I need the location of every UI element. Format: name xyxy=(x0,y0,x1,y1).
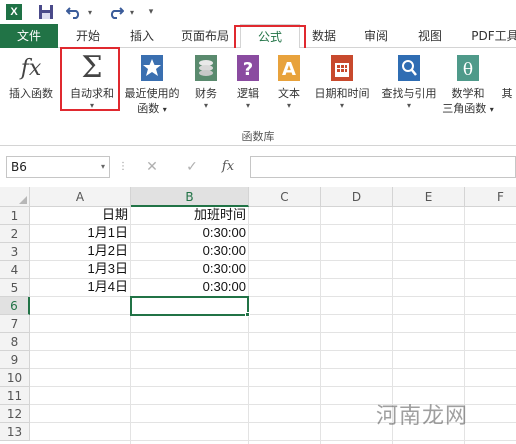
tab-review[interactable]: 审阅 xyxy=(356,24,396,48)
lookup-reference-label: 查找与引用 xyxy=(381,87,437,100)
fx-icon: fx xyxy=(20,55,42,81)
more-functions-label: 其 xyxy=(501,87,513,100)
row-header-12[interactable]: 12 xyxy=(0,405,30,423)
column-header-f[interactable]: F xyxy=(465,187,516,207)
svg-text:A: A xyxy=(282,59,296,80)
lookup-reference-button[interactable]: 查找与引用 ▾ xyxy=(376,52,442,111)
cell-a3[interactable]: 1月2日 xyxy=(31,242,130,260)
redo-dropdown-icon[interactable]: ▾ xyxy=(126,2,138,22)
insert-function-label: 插入函数 xyxy=(9,87,53,100)
enter-check-icon[interactable]: ✓ xyxy=(180,156,204,178)
logical-label: 逻辑 xyxy=(237,87,259,100)
select-all-triangle-icon xyxy=(19,196,27,204)
tab-pdf-tools[interactable]: PDF工具 xyxy=(464,24,516,48)
tab-view[interactable]: 视图 xyxy=(410,24,450,48)
financial-button[interactable]: 财务 ▾ xyxy=(186,52,226,111)
cell-a1[interactable]: 日期 xyxy=(31,206,130,224)
recently-used-label-2: 函数 ▾ xyxy=(137,102,167,115)
name-box-value: B6 xyxy=(11,160,27,174)
row-header-4[interactable]: 4 xyxy=(0,261,30,279)
date-time-label: 日期和时间 xyxy=(314,87,370,100)
formula-input[interactable] xyxy=(250,156,516,178)
cancel-icon[interactable]: ✕ xyxy=(140,156,164,178)
name-box[interactable]: B6 ▾ xyxy=(6,156,110,178)
column-header-d[interactable]: D xyxy=(321,187,393,207)
row-header-3[interactable]: 3 xyxy=(0,243,30,261)
math-trig-label-2: 三角函数 ▾ xyxy=(442,102,494,115)
cell-a4[interactable]: 1月3日 xyxy=(31,260,130,278)
fill-handle[interactable] xyxy=(245,312,250,317)
text-button[interactable]: A 文本 ▾ xyxy=(270,52,308,111)
cell-b1[interactable]: 加班时间 xyxy=(131,206,248,224)
chevron-down-icon: ▾ xyxy=(245,101,250,110)
math-trig-button[interactable]: θ 数学和 三角函数 ▾ xyxy=(440,52,496,117)
row-header-7[interactable]: 7 xyxy=(0,315,30,333)
chevron-down-icon: ▾ xyxy=(406,101,411,110)
text-label: 文本 xyxy=(278,87,300,100)
undo-icon[interactable] xyxy=(64,2,84,22)
save-icon[interactable] xyxy=(36,2,56,22)
tab-page-layout[interactable]: 页面布局 xyxy=(172,24,238,48)
tab-file[interactable]: 文件 xyxy=(0,24,58,48)
row-header-5[interactable]: 5 xyxy=(0,279,30,297)
financial-label: 财务 xyxy=(195,87,217,100)
cell-b5[interactable]: 0:30:00 xyxy=(131,278,248,296)
active-cell-b6[interactable] xyxy=(130,296,249,316)
text-a-icon: A xyxy=(274,52,304,84)
formula-bar-grip-icon: ⋮ xyxy=(118,161,128,172)
tab-data[interactable]: 数据 xyxy=(304,24,344,48)
recently-used-button[interactable]: 最近使用的 函数 ▾ xyxy=(120,52,184,117)
logical-button[interactable]: ? 逻辑 ▾ xyxy=(230,52,266,111)
column-header-c[interactable]: C xyxy=(249,187,321,207)
select-all-corner[interactable] xyxy=(0,187,30,207)
theta-icon: θ xyxy=(453,52,483,84)
svg-text:θ: θ xyxy=(463,60,473,80)
row-header-8[interactable]: 8 xyxy=(0,333,30,351)
insert-function-fx-icon[interactable]: fx xyxy=(214,156,242,178)
title-bar: X ▾ ▾ ▾ xyxy=(0,0,516,24)
row-header-2[interactable]: 2 xyxy=(0,225,30,243)
chevron-down-icon[interactable]: ▾ xyxy=(101,157,105,177)
highlight-box-autosum xyxy=(60,47,120,111)
tab-insert[interactable]: 插入 xyxy=(120,24,164,48)
column-header-e[interactable]: E xyxy=(393,187,465,207)
watermark-text: 河南龙网 xyxy=(376,404,469,429)
recently-used-label-1: 最近使用的 xyxy=(124,87,180,100)
coins-icon xyxy=(191,52,221,84)
row-header-9[interactable]: 9 xyxy=(0,351,30,369)
row-header-6[interactable]: 6 xyxy=(0,297,30,315)
chevron-down-icon: ▾ xyxy=(339,101,344,110)
cell-a2[interactable]: 1月1日 xyxy=(31,224,130,242)
cell-b3[interactable]: 0:30:00 xyxy=(131,242,248,260)
column-header-a[interactable]: A xyxy=(30,187,131,207)
insert-function-button[interactable]: fx 插入函数 xyxy=(2,52,60,101)
star-icon xyxy=(137,52,167,84)
undo-dropdown-icon[interactable]: ▾ xyxy=(84,2,96,22)
row-header-10[interactable]: 10 xyxy=(0,369,30,387)
date-time-button[interactable]: 日期和时间 ▾ xyxy=(308,52,376,111)
formula-bar: B6 ▾ ⋮ ✕ ✓ fx xyxy=(0,147,516,185)
cell-a5[interactable]: 1月4日 xyxy=(31,278,130,296)
row-header-13[interactable]: 13 xyxy=(0,423,30,441)
calendar-icon xyxy=(327,52,357,84)
customize-toolbar-icon[interactable]: ▾ xyxy=(144,2,158,22)
row-header-11[interactable]: 11 xyxy=(0,387,30,405)
cell-b2[interactable]: 0:30:00 xyxy=(131,224,248,242)
more-functions-button[interactable]: 其 xyxy=(498,52,516,101)
function-library-group-label: 函数库 xyxy=(241,130,275,143)
magnifier-icon xyxy=(394,52,424,84)
cell-b4[interactable]: 0:30:00 xyxy=(131,260,248,278)
row-header-1[interactable]: 1 xyxy=(0,207,30,225)
chevron-down-icon: ▾ xyxy=(203,101,208,110)
question-icon: ? xyxy=(233,52,263,84)
svg-text:?: ? xyxy=(243,59,253,80)
tab-home[interactable]: 开始 xyxy=(62,24,114,48)
column-header-b[interactable]: B xyxy=(131,187,249,207)
redo-icon[interactable] xyxy=(106,2,126,22)
chevron-down-icon: ▾ xyxy=(286,101,291,110)
excel-logo-icon: X xyxy=(4,2,24,22)
math-trig-label-1: 数学和 xyxy=(451,87,485,100)
